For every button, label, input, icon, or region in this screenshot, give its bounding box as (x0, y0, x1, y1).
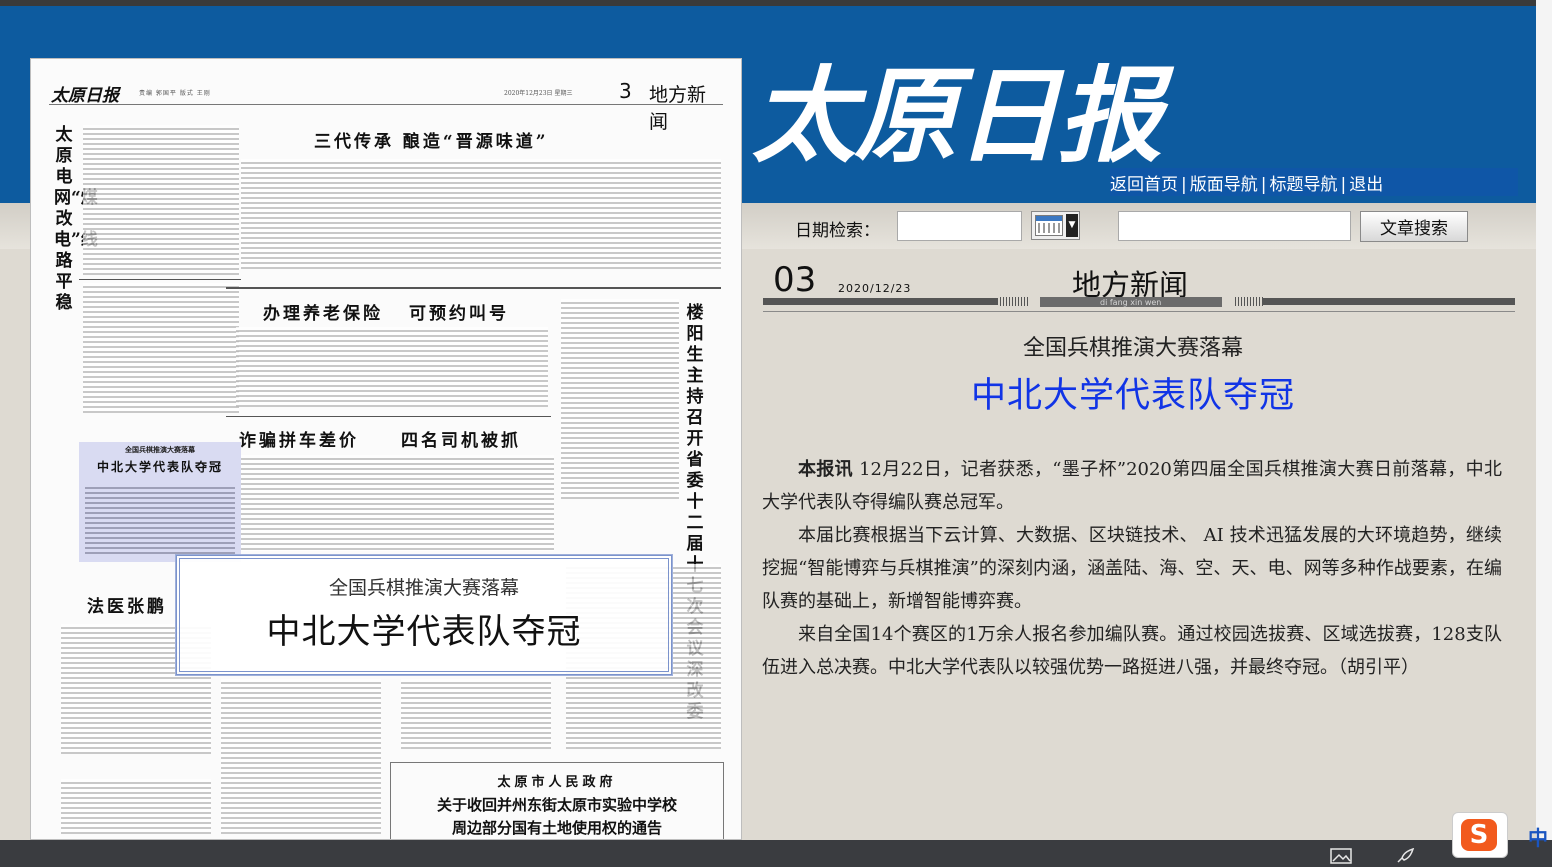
newspaper-meta: 责编 郭国平 版式 王刚 (139, 90, 211, 97)
newspaper-page[interactable]: 太原日报 责编 郭国平 版式 王刚 2020年12月23日 星期三 3 地方新闻… (30, 58, 742, 840)
lead-marker: 本报讯 (798, 459, 854, 480)
nav-headlines-link[interactable]: 标题导航 (1269, 175, 1337, 195)
text-block (236, 327, 548, 407)
notice-title-line2: 周边部分国有土地使用权的通告 (451, 819, 662, 837)
header-rule-thin (763, 311, 1515, 312)
taskbar (0, 840, 1552, 867)
text-block (83, 125, 239, 275)
text-block (83, 283, 239, 413)
page-right-edge (1536, 0, 1552, 840)
headline-power-grid[interactable]: 太原电网“煤改电”线路平稳 (54, 125, 98, 314)
thumbnail-article-box[interactable]: 全国兵棋推演大赛落幕 中北大学代表队夺冠 (79, 442, 241, 562)
headline-fraud[interactable]: 诈骗拼车差价 (239, 426, 359, 451)
newspaper-header: 太原日报 责编 郭国平 版式 王刚 2020年12月23日 星期三 3 地方新闻 (49, 79, 723, 133)
ime-sogou-widget[interactable]: S (1452, 812, 1516, 858)
notice-org: 太原市人民政府 (497, 775, 617, 790)
dropdown-arrow-icon: ▼ (1066, 214, 1078, 237)
sogou-logo-icon: S (1461, 819, 1497, 851)
calendar-button[interactable]: ▼ (1031, 211, 1080, 240)
newspaper-section: 地方新闻 (649, 84, 707, 133)
text-block (61, 779, 211, 834)
article-title: 中北大学代表队夺冠 (970, 376, 1295, 416)
thumbnail-kicker: 全国兵棋推演大赛落幕 (125, 445, 195, 454)
headline-pension[interactable]: 办理养老保险 (263, 299, 383, 324)
header-rule-hatch (1235, 297, 1263, 306)
rocket-icon[interactable] (1394, 848, 1416, 864)
article-subtitle: 全国兵棋推演大赛落幕 (1022, 336, 1243, 361)
nav-layout-link[interactable]: 版面导航 (1190, 175, 1258, 195)
header-rule (763, 298, 998, 305)
thumbnail-title: 中北大学代表队夺冠 (96, 460, 223, 474)
article-highlight-popup[interactable]: 全国兵棋推演大赛落幕 中北大学代表队夺冠 (175, 554, 673, 676)
image-icon[interactable] (1330, 848, 1352, 864)
divider (226, 416, 551, 417)
page-date: 2020/12/23 (838, 282, 912, 295)
divider (79, 279, 241, 280)
headline-appointment[interactable]: 可预约叫号 (409, 299, 509, 324)
page-number: 03 (773, 260, 817, 300)
calendar-icon (1035, 215, 1063, 236)
article-paragraph: 本届比赛根据当下云计算、大数据、区块链技术、 AI 技术迅猛发展的大环境趋势，继… (762, 525, 1502, 612)
article-search-button[interactable]: 文章搜索 (1360, 211, 1468, 242)
masthead-logo: 太原日报 (752, 54, 1162, 177)
highlight-title: 中北大学代表队夺冠 (266, 612, 582, 652)
ime-mode-indicator[interactable]: 中 (1528, 822, 1548, 851)
newspaper-date: 2020年12月23日 星期三 (504, 90, 573, 97)
government-notice[interactable]: 太原市人民政府 关于收回并州东街太原市实验中学校 周边部分国有土地使用权的通告 (390, 762, 724, 839)
nav-home-link[interactable]: 返回首页 (1110, 175, 1178, 195)
text-block (236, 455, 554, 551)
highlight-subtitle: 全国兵棋推演大赛落幕 (328, 577, 519, 599)
text-block (221, 679, 381, 834)
text-block (561, 299, 679, 499)
thumbnail-text (85, 484, 235, 556)
text-block (401, 679, 551, 749)
date-input[interactable] (897, 211, 1022, 241)
divider (226, 287, 721, 289)
notice-title-line1: 关于收回并州东街太原市实验中学校 (436, 796, 677, 814)
headline-drivers[interactable]: 四名司机被抓 (401, 426, 521, 451)
newspaper-logo: 太原日报 (51, 86, 119, 106)
headline-forensic[interactable]: 法医张鹏 (87, 592, 167, 617)
text-block (241, 159, 721, 269)
headline-jinyuan-flavor[interactable]: 三代传承 酿造“晋源味道” (314, 127, 548, 152)
header-rule-hatch (1000, 297, 1028, 306)
keyword-input[interactable] (1118, 211, 1351, 241)
top-navigation: 返回首页 | 版面导航 | 标题导航 | 退出 (1110, 168, 1518, 196)
article-body: 本报讯 12月22日，记者获悉，“墨子杯”2020第四届全国兵棋推演大赛日前落幕… (762, 453, 1502, 684)
section-pinyin: di fang xin wen (1100, 298, 1162, 307)
newspaper-page-number: 3 (619, 79, 632, 103)
article-paragraph: 本报讯 12月22日，记者获悉，“墨子杯”2020第四届全国兵棋推演大赛日前落幕… (762, 459, 1502, 513)
article-paragraph: 来自全国14个赛区的1万余人报名参加编队赛。通过校园选拔赛、区域选拔赛，128支… (762, 624, 1502, 678)
nav-logout-link[interactable]: 退出 (1349, 175, 1383, 195)
header-rule (1263, 298, 1515, 305)
date-search-label: 日期检索： (795, 221, 880, 241)
